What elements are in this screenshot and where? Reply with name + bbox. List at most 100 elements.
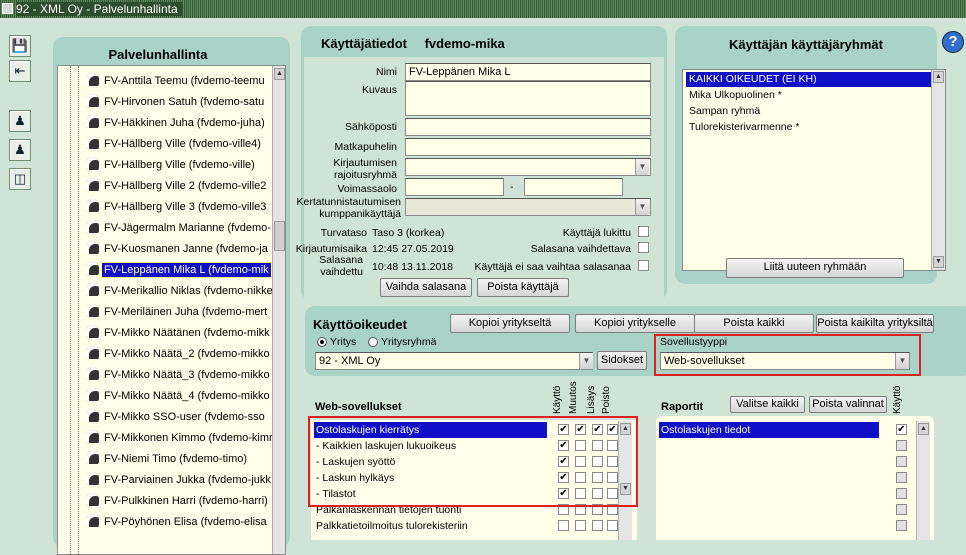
save-icon[interactable]: 💾 — [9, 35, 31, 57]
import-icon[interactable]: ◫ — [9, 168, 31, 190]
user-list-item[interactable]: FV-Hällberg Ville (fvdemo-ville) — [86, 155, 257, 176]
chevron-down-icon[interactable]: ▼ — [635, 199, 649, 215]
web-app-name: Palkkatietoilmoitus tulorekisteriin — [316, 520, 468, 532]
reports-scrollbar[interactable]: ▲ — [916, 421, 930, 540]
radio-company-group[interactable] — [368, 337, 378, 347]
user-list-item[interactable]: FV-Leppänen Mika L (fvdemo-mik — [86, 260, 272, 281]
app-icon — [2, 3, 13, 14]
change-password-button[interactable]: Vaihda salasana — [380, 278, 472, 297]
user-list-item[interactable]: FV-Mikko Näätä_2 (fvdemo-mikko — [86, 344, 272, 365]
chevron-down-icon[interactable]: ▼ — [579, 353, 593, 369]
username-label: fvdemo-mika — [424, 36, 505, 51]
remove-all-button[interactable]: Poista kaikki — [694, 314, 814, 333]
delete-user-button[interactable]: Poista käyttäjä — [477, 278, 569, 297]
web-apps-section: Web-sovellukset Käyttö Muutos Lisäys Poi… — [305, 376, 645, 540]
login-group-select[interactable]: ▼ — [405, 158, 651, 176]
scroll-up-arrow-icon[interactable]: ▲ — [933, 71, 944, 83]
user-name: FV-Mikko Näätä_2 (fvdemo-mikko — [104, 348, 270, 360]
user-list-item[interactable]: FV-Mikko Näätä_3 (fvdemo-mikko — [86, 365, 272, 386]
user-list-item[interactable]: FV-Hällberg Ville 2 (fvdemo-ville2 — [86, 176, 268, 197]
permission-checkbox[interactable] — [607, 520, 618, 531]
email-field[interactable] — [405, 118, 651, 136]
web-app-row[interactable]: Palkkatietoilmoitus tulorekisteriin — [311, 518, 618, 534]
user-list-item[interactable]: FV-Merikallio Niklas (fvdemo-nikke — [86, 281, 275, 302]
description-field[interactable] — [405, 81, 651, 116]
permission-checkbox[interactable] — [558, 520, 569, 531]
radio-company-group-label: Yritysryhmä — [381, 336, 437, 348]
user-icon — [86, 367, 99, 380]
user-list-item[interactable]: FV-Hirvonen Satuh (fvdemo-satu — [86, 92, 266, 113]
reports-title: Raportit — [661, 401, 704, 413]
group-list-item[interactable]: Mika Ulkopuolinen * — [686, 88, 932, 103]
report-checkbox[interactable] — [896, 440, 907, 451]
report-checkbox[interactable] — [896, 472, 907, 483]
valid-to-field[interactable] — [524, 178, 623, 196]
pw-no-change-checkbox[interactable] — [638, 260, 649, 271]
user-list-item[interactable]: FV-Mikko Näätä_4 (fvdemo-mikko — [86, 386, 272, 407]
report-name: Ostolaskujen tiedot — [659, 422, 879, 438]
mobile-field[interactable] — [405, 138, 651, 156]
report-checkbox[interactable] — [896, 456, 907, 467]
permission-checkbox[interactable] — [592, 520, 603, 531]
group-list-item[interactable]: KAIKKI OIKEUDET (EI KH) — [686, 72, 932, 87]
description-label: Kuvaus — [361, 84, 397, 96]
chevron-down-icon[interactable]: ▼ — [635, 159, 649, 175]
links-button[interactable]: Sidokset — [597, 351, 647, 370]
name-field[interactable]: FV-Leppänen Mika L — [405, 63, 651, 81]
scroll-up-arrow-icon[interactable]: ▲ — [274, 68, 285, 80]
partner-select[interactable]: ▼ — [405, 198, 651, 216]
column-header-use: Käyttö — [552, 385, 563, 414]
permission-checkbox[interactable] — [575, 520, 586, 531]
group-list-item[interactable]: Sampan ryhmä — [686, 104, 932, 119]
group-list-item[interactable]: Tulorekisterivarmenne * — [686, 120, 932, 135]
pw-no-change-label: Käyttäjä ei saa vaihtaa salasanaa — [474, 261, 631, 273]
user-list-item[interactable]: FV-Pulkkinen Harri (fvdemo-harri) — [86, 491, 270, 512]
report-row[interactable]: Ostolaskujen tiedot ✔ — [656, 422, 914, 438]
user-icon — [86, 388, 99, 401]
user-list-item[interactable]: FV-Mikko SSO-user (fvdemo-sso — [86, 407, 267, 428]
user-copy-icon[interactable]: ♟ — [9, 139, 31, 161]
scroll-up-arrow-icon[interactable]: ▲ — [918, 423, 929, 435]
user-add-icon[interactable]: ♟ — [9, 110, 31, 132]
user-list-item[interactable]: FV-Anttila Teemu (fvdemo-teemu — [86, 71, 267, 92]
locked-label: Käyttäjä lukittu — [562, 227, 631, 239]
report-column-header-use: Käyttö — [892, 385, 903, 414]
user-list-item[interactable]: FV-Jägermalm Marianne (fvdemo- — [86, 218, 273, 239]
report-checkbox[interactable]: ✔ — [896, 424, 907, 435]
radio-company[interactable] — [317, 337, 327, 347]
groups-title: Käyttäjän käyttäjäryhmät — [729, 37, 883, 52]
user-icon — [86, 220, 99, 233]
user-list-item[interactable]: FV-Hällberg Ville (fvdemo-ville4) — [86, 134, 263, 155]
valid-from-field[interactable] — [405, 178, 504, 196]
user-list-item[interactable]: FV-Hällberg Ville 3 (fvdemo-ville3 — [86, 197, 268, 218]
user-list-item[interactable]: FV-Kuosmanen Janne (fvdemo-ja — [86, 239, 270, 260]
help-icon[interactable]: ? — [942, 31, 964, 53]
user-list-item[interactable]: FV-Mikko Näätänen (fvdemo-mikk — [86, 323, 272, 344]
report-checkbox[interactable] — [896, 504, 907, 515]
attach-to-group-button[interactable]: Liitä uuteen ryhmään — [726, 258, 904, 278]
user-list[interactable]: FV-Anttila Teemu (fvdemo-teemu FV-Hirvone… — [57, 65, 286, 555]
pw-must-change-checkbox[interactable] — [638, 242, 649, 253]
company-select[interactable]: 92 - XML Oy — [315, 352, 593, 370]
scroll-thumb[interactable] — [274, 221, 285, 251]
user-list-item[interactable]: FV-Häkkinen Juha (fvdemo-juha) — [86, 113, 267, 134]
user-list-item[interactable]: FV-Parviainen Jukka (fvdemo-jukk — [86, 470, 273, 491]
exit-icon[interactable]: ⇤ — [9, 60, 31, 82]
copy-to-company-button[interactable]: Kopioi yritykselle — [575, 314, 695, 333]
report-checkbox[interactable] — [896, 520, 907, 531]
groups-scrollbar[interactable]: ▲ ▼ — [931, 70, 945, 270]
report-checkbox[interactable] — [896, 488, 907, 499]
user-list-item[interactable]: FV-Meriläinen Juha (fvdemo-mert — [86, 302, 269, 323]
user-list-scrollbar[interactable]: ▲ — [272, 66, 285, 554]
user-list-item[interactable]: FV-Niemi Timo (fvdemo-timo) — [86, 449, 249, 470]
user-list-item[interactable]: FV-Mikkonen Kimmo (fvdemo-kimr — [86, 428, 275, 449]
locked-checkbox[interactable] — [638, 226, 649, 237]
copy-from-company-button[interactable]: Kopioi yritykseltä — [450, 314, 570, 333]
groups-list[interactable]: KAIKKI OIKEUDET (EI KH) Mika Ulkopuolinen… — [682, 69, 946, 271]
scroll-down-arrow-icon[interactable]: ▼ — [933, 256, 944, 268]
remove-selected-button[interactable]: Poista valinnat — [809, 396, 887, 413]
user-list-item[interactable]: FV-Pöyhönen Elisa (fvdemo-elisa — [86, 512, 269, 533]
remove-all-companies-button[interactable]: Poista kaikilta yrityksiltä — [816, 314, 934, 333]
reports-list[interactable]: Ostolaskujen tiedot ✔ ▲ — [656, 416, 934, 540]
select-all-button[interactable]: Valitse kaikki — [730, 396, 805, 413]
